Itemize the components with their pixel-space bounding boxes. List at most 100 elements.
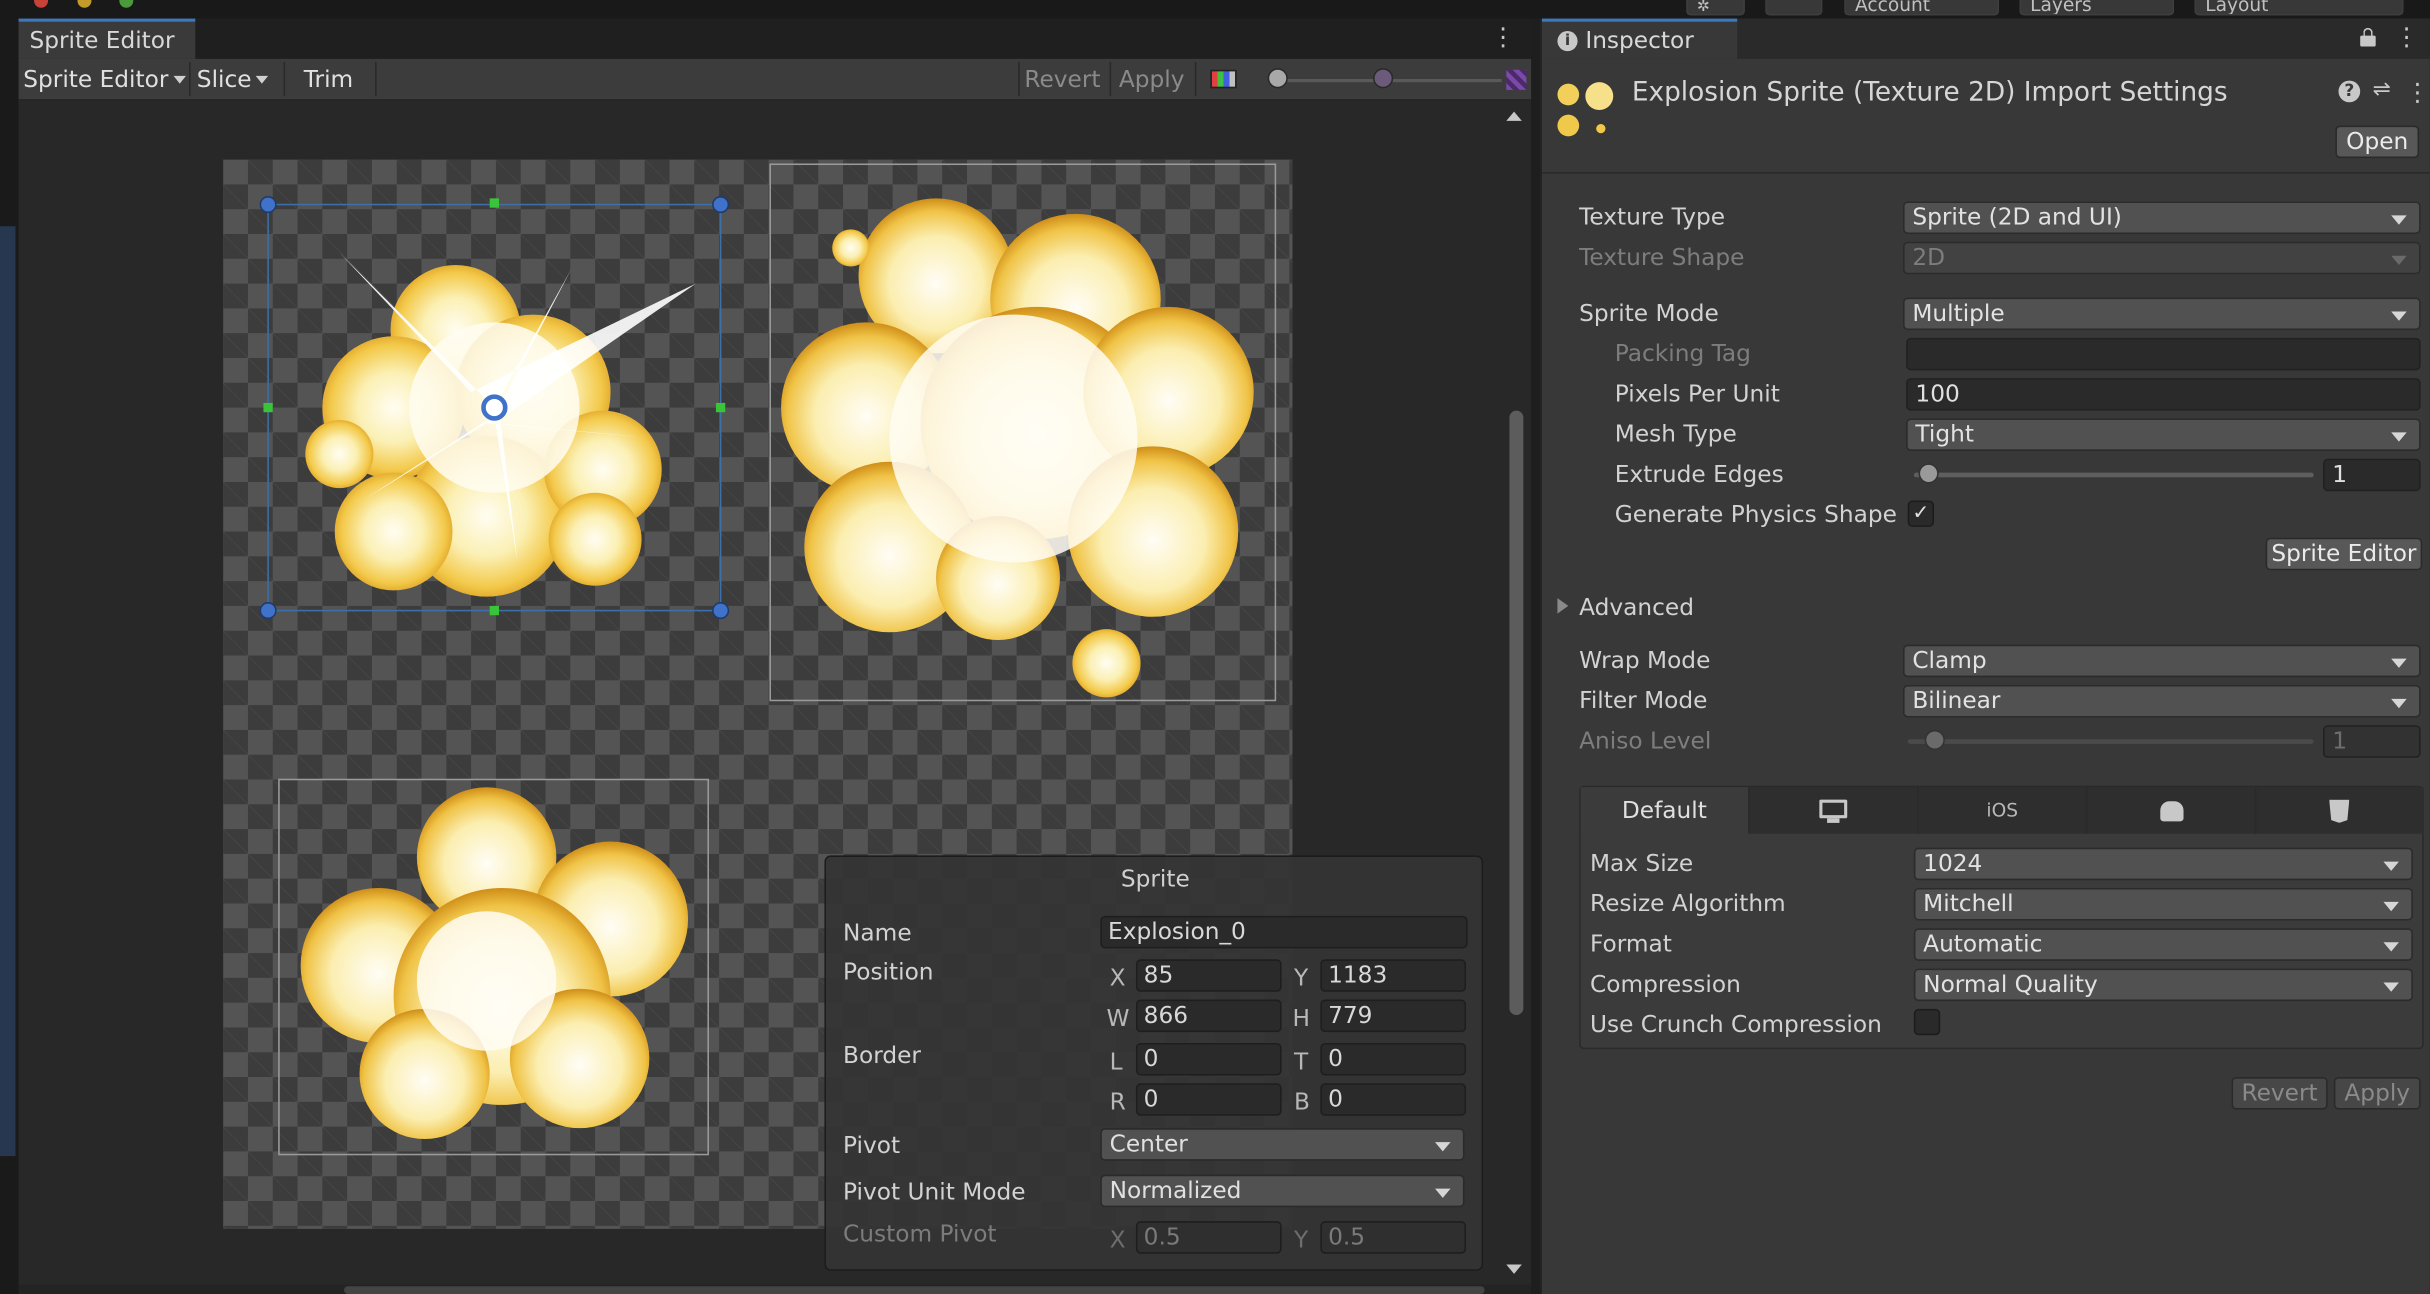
monitor-stand-icon — [1827, 818, 1840, 823]
position-label: Position — [843, 957, 934, 986]
extrude-edges-slider-knob[interactable] — [1918, 463, 1939, 484]
sprite-explosion-0 — [305, 252, 696, 597]
border-l-label: L — [1109, 1047, 1123, 1076]
border-l-field[interactable]: 0 — [1135, 1042, 1282, 1076]
extrude-edges-field[interactable]: 1 — [2323, 458, 2421, 492]
layout-dropdown[interactable]: Layout — [2194, 0, 2404, 16]
mip-slider-knob[interactable] — [1373, 68, 1394, 89]
position-x-field[interactable]: 85 — [1135, 959, 1282, 992]
texture-shape-dropdown[interactable]: 2D — [1903, 241, 2421, 275]
format-dropdown[interactable]: Automatic — [1913, 928, 2413, 961]
resize-handle-top-left[interactable] — [259, 196, 277, 214]
apply-button[interactable]: Apply — [2333, 1077, 2421, 1110]
resize-algorithm-dropdown[interactable]: Mitchell — [1913, 887, 2413, 921]
mode-dropdown[interactable]: Sprite Editor — [23, 59, 186, 99]
window-zoom-dot[interactable] — [119, 0, 134, 8]
tab-sprite-editor[interactable]: Sprite Editor — [18, 18, 196, 59]
max-size-value: 1024 — [1923, 849, 1983, 878]
chevron-down-icon — [2391, 255, 2407, 265]
sprite-editor-button[interactable]: Sprite Editor — [2265, 537, 2423, 571]
advanced-foldout[interactable]: Advanced — [1579, 594, 1694, 622]
kebab-menu-icon[interactable]: ⋮ — [1491, 19, 1516, 56]
border-b-field[interactable]: 0 — [1320, 1083, 1467, 1116]
border-handle-right[interactable] — [715, 402, 726, 413]
tab-ios-platform[interactable]: iOS — [1918, 787, 2088, 834]
tab-webgl-platform[interactable] — [2256, 787, 2424, 834]
position-h-field[interactable]: 779 — [1320, 999, 1467, 1033]
slice-dropdown[interactable]: Slice — [197, 59, 269, 99]
border-handle-left[interactable] — [263, 402, 273, 413]
revert-button[interactable]: Revert — [1024, 59, 1100, 99]
compression-dropdown[interactable]: Normal Quality — [1913, 968, 2413, 1002]
tab-default-platform[interactable]: Default — [1580, 787, 1750, 834]
border-handle-bottom[interactable] — [489, 605, 500, 616]
trim-button[interactable]: Trim — [304, 59, 353, 99]
aniso-level-slider-knob[interactable] — [1924, 729, 1945, 751]
cloud-button[interactable] — [1765, 0, 1823, 16]
tab-android-platform[interactable] — [2087, 787, 2257, 834]
chevron-right-icon[interactable] — [1557, 598, 1569, 614]
packing-tag-field[interactable] — [1906, 337, 2421, 371]
use-crunch-compression-checkbox[interactable] — [1913, 1008, 1941, 1036]
apply-button[interactable]: Apply — [1119, 59, 1185, 99]
inspector-tab-label: Inspector — [1585, 26, 1694, 55]
collab-button[interactable]: ✲ — [1686, 0, 1745, 16]
lock-icon[interactable] — [2360, 27, 2376, 47]
aniso-level-field[interactable]: 1 — [2323, 725, 2421, 758]
layers-dropdown[interactable]: Layers — [2019, 0, 2175, 16]
filter-mode-dropdown[interactable]: Bilinear — [1903, 684, 2421, 718]
pivot-unit-mode-label: Pivot Unit Mode — [843, 1177, 1026, 1206]
vertical-scrollbar-thumb[interactable] — [1509, 410, 1524, 1016]
toolbar-divider — [1109, 61, 1112, 97]
toolbar-divider — [375, 61, 377, 97]
position-y-label: Y — [1293, 963, 1309, 992]
help-icon[interactable]: ? — [2338, 80, 2361, 103]
horizontal-scrollbar-thumb[interactable] — [344, 1286, 1485, 1294]
scroll-up-icon[interactable] — [1506, 111, 1522, 121]
position-y-field[interactable]: 1183 — [1320, 959, 1467, 992]
resize-algorithm-label: Resize Algorithm — [1589, 889, 1786, 918]
preset-sliders-icon[interactable]: ⇌ — [2373, 77, 2391, 102]
wrap-mode-dropdown[interactable]: Clamp — [1903, 644, 2421, 678]
account-dropdown[interactable]: Account — [1844, 0, 2000, 16]
revert-button[interactable]: Revert — [2231, 1077, 2328, 1110]
sprite-mode-dropdown[interactable]: Multiple — [1903, 297, 2421, 331]
border-handle-top[interactable] — [489, 198, 500, 208]
tab-standalone-platform[interactable] — [1749, 787, 1919, 834]
pixels-per-unit-field[interactable]: 100 — [1906, 378, 2421, 411]
color-channel-toggle-icon[interactable] — [1210, 69, 1237, 89]
border-b-label: B — [1293, 1087, 1310, 1116]
inspector-tabbar: i Inspector ⋮ — [1541, 18, 2430, 59]
window-minimize-dot[interactable] — [77, 0, 92, 8]
resize-handle-bottom-left[interactable] — [259, 602, 277, 620]
pivot-handle[interactable] — [481, 394, 508, 421]
custom-pivot-x-field[interactable]: 0.5 — [1135, 1221, 1282, 1254]
generate-physics-shape-checkbox[interactable]: ✓ — [1907, 500, 1935, 527]
pivot-unit-mode-dropdown[interactable]: Normalized — [1100, 1174, 1465, 1208]
texture-type-dropdown[interactable]: Sprite (2D and UI) — [1903, 201, 2421, 235]
aniso-level-slider[interactable] — [1907, 739, 2314, 744]
mesh-type-dropdown[interactable]: Tight — [1906, 418, 2421, 451]
mesh-type-value: Tight — [1915, 419, 1974, 448]
scroll-down-icon[interactable] — [1506, 1264, 1522, 1274]
kebab-menu-icon[interactable]: ⋮ — [2394, 19, 2419, 56]
name-field[interactable]: Explosion_0 — [1100, 915, 1468, 949]
resize-handle-bottom-right[interactable] — [712, 602, 730, 620]
texture-type-value: Sprite (2D and UI) — [1912, 203, 2122, 231]
position-w-field[interactable]: 866 — [1135, 999, 1282, 1033]
border-t-field[interactable]: 0 — [1320, 1042, 1467, 1076]
position-x-label: X — [1109, 963, 1126, 992]
zoom-slider-knob[interactable] — [1267, 68, 1288, 89]
platform-settings-box: Default iOS Max Size 1024 Resize Algorit… — [1579, 785, 2424, 1050]
custom-pivot-y-field[interactable]: 0.5 — [1320, 1221, 1467, 1254]
border-r-field[interactable]: 0 — [1135, 1083, 1282, 1116]
max-size-dropdown[interactable]: 1024 — [1913, 847, 2413, 881]
tab-inspector[interactable]: i Inspector — [1541, 18, 1738, 59]
window-close-dot[interactable] — [34, 0, 49, 8]
extrude-edges-label: Extrude Edges — [1614, 460, 1784, 489]
extrude-edges-slider[interactable] — [1913, 472, 2314, 478]
pivot-dropdown[interactable]: Center — [1100, 1128, 1465, 1161]
component-menu-icon[interactable]: ⋮ — [2405, 74, 2430, 111]
resize-handle-top-right[interactable] — [712, 196, 730, 214]
open-button[interactable]: Open — [2335, 125, 2420, 159]
